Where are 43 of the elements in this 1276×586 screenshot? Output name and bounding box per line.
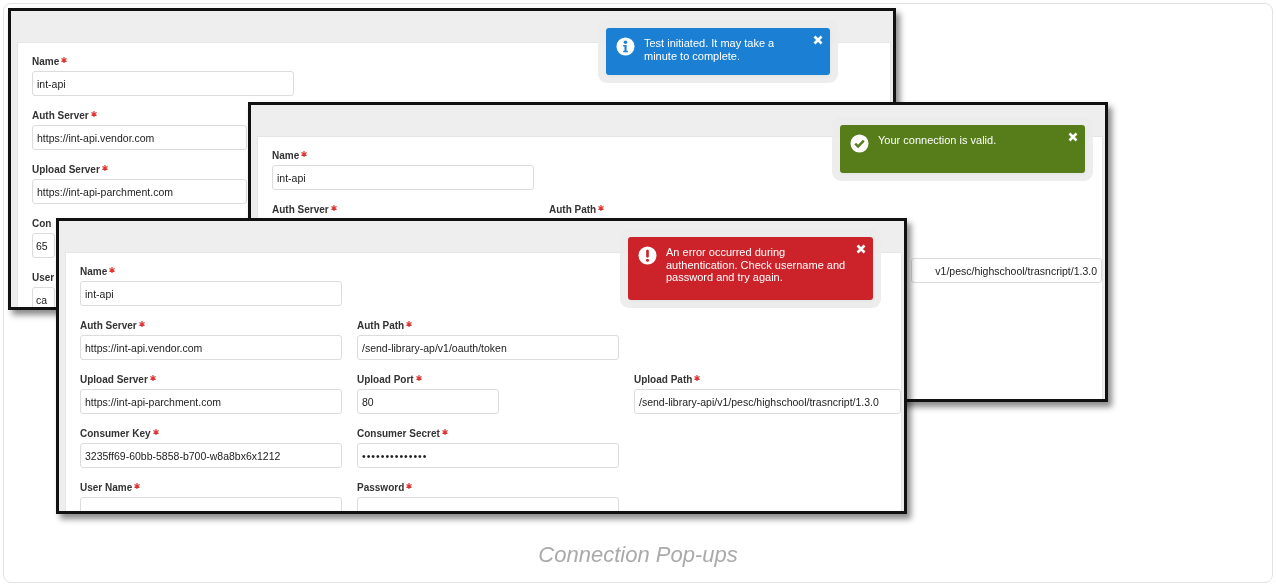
input-field[interactable]: 80 xyxy=(357,389,499,414)
field-label: Name xyxy=(272,150,300,162)
field-label: Auth Server xyxy=(32,110,89,122)
input-field[interactable]: https://int-api.vendor.com xyxy=(32,125,247,150)
field-label: Auth Server xyxy=(272,204,329,216)
input-field[interactable]: 3235ff69-60bb-5858-b700-w8a8bx6x1212 xyxy=(80,443,342,468)
field-label: Upload Path xyxy=(634,374,693,386)
figure-caption: Connection Pop-ups xyxy=(537,541,739,569)
field-label: Name xyxy=(80,266,108,278)
input-field[interactable]: int-api xyxy=(272,165,534,190)
toast-message: An error occurred during authentication. Check username and password and try again. xyxy=(666,246,847,284)
input-field[interactable]: https://int-api.vendor.com xyxy=(80,335,342,360)
close-button[interactable] xyxy=(855,243,867,255)
field-label: Consumer Secret xyxy=(357,428,440,440)
input-field[interactable]: /send-library-api/v1/pesc/highschool/trasncript/1.3.0 xyxy=(634,389,901,414)
field-label: Auth Path xyxy=(549,204,597,216)
input-field[interactable]: https://int-api-parchment.com xyxy=(80,389,342,414)
field-label: Upload Server xyxy=(80,374,148,386)
input-field[interactable]: https://int-api-parchment.com xyxy=(32,179,247,204)
info-icon xyxy=(616,37,635,56)
field-label: Auth Server xyxy=(80,320,137,332)
input-field[interactable]: int-api xyxy=(80,281,342,306)
field-label: User Name xyxy=(80,482,133,494)
field-label: Con xyxy=(32,218,52,230)
password-field[interactable]: •••••••••••••• xyxy=(357,443,619,468)
input-field[interactable]: int-api xyxy=(32,71,294,96)
field-label: Password xyxy=(357,482,405,494)
input-field[interactable]: v1/pesc/highschool/trasncript/1.3.0 xyxy=(911,258,1102,283)
check-circle-icon xyxy=(850,134,869,153)
input-field[interactable]: 65 xyxy=(32,233,55,258)
toast-message: Test initiated. It may take a minute to complete. xyxy=(644,37,776,62)
field-label: Auth Path xyxy=(357,320,405,332)
field-label: Name xyxy=(32,56,60,68)
field-label: Upload Port xyxy=(357,374,414,386)
field-label: Consumer Key xyxy=(80,428,151,440)
exclamation-icon xyxy=(638,246,657,265)
field-label: User xyxy=(32,272,55,284)
input-field[interactable]: /send-library-ap/v1/oauth/token xyxy=(357,335,619,360)
field-label: Upload Server xyxy=(32,164,100,176)
toast-message: Your connection is valid. xyxy=(878,134,998,147)
close-button[interactable] xyxy=(1067,131,1079,143)
close-button[interactable] xyxy=(812,34,824,46)
input-field[interactable]: ca xyxy=(32,287,55,307)
